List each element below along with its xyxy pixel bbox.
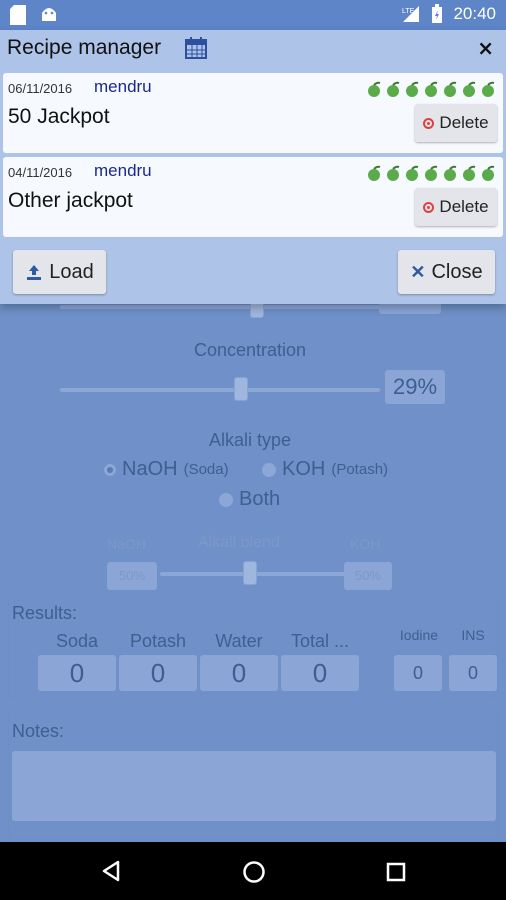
rating-leaf-icon bbox=[387, 165, 400, 181]
delete-icon bbox=[423, 117, 435, 129]
result-value-iodine: 0 bbox=[394, 655, 442, 691]
back-icon[interactable] bbox=[100, 860, 122, 882]
recipe-date: 06/11/2016 bbox=[8, 81, 73, 96]
rating-leaf-icon bbox=[406, 81, 419, 97]
radio-koh[interactable]: KOH (Potash) bbox=[262, 458, 388, 481]
radio-both[interactable]: Both bbox=[219, 488, 280, 511]
recipe-card[interactable]: 06/11/2016 mendru 50 Jackpot Delete bbox=[3, 73, 503, 153]
notes-panel: Notes: bbox=[8, 710, 498, 840]
dialog-title: Recipe manager bbox=[7, 36, 162, 59]
result-header-iodine: Iodine bbox=[399, 627, 439, 643]
radio-both-dot bbox=[219, 492, 233, 507]
navigation-bar bbox=[0, 842, 506, 900]
notes-label: Notes: bbox=[12, 721, 65, 741]
recipe-card[interactable]: 04/11/2016 mendru Other jackpot Delete bbox=[3, 157, 503, 237]
concentration-label: Concentration bbox=[193, 340, 307, 360]
alkali-type-label: Alkali type bbox=[208, 430, 292, 450]
sd-card-icon bbox=[10, 5, 26, 25]
results-label: Results: bbox=[12, 603, 78, 623]
result-header-ins: INS bbox=[461, 627, 485, 643]
battery-icon bbox=[432, 4, 443, 23]
recipe-name: 50 Jackpot bbox=[8, 105, 110, 128]
notes-textarea[interactable] bbox=[12, 751, 496, 821]
radio-both-label: Both bbox=[239, 488, 281, 510]
result-value-potash: 0 bbox=[119, 655, 197, 691]
rating-leaf-icon bbox=[425, 81, 438, 97]
result-header-potash: Potash bbox=[129, 631, 187, 651]
rating-leaf-icon bbox=[444, 81, 457, 97]
result-value-ins: 0 bbox=[449, 655, 497, 691]
blend-koh-value: 50% bbox=[344, 562, 392, 590]
delete-label: Delete bbox=[439, 197, 489, 216]
concentration-value: 29% bbox=[385, 370, 445, 404]
rating-leaf-icon bbox=[406, 165, 419, 181]
blend-naoh-label: NaOH bbox=[107, 536, 146, 552]
status-bar: LTE 20:40 bbox=[0, 0, 506, 30]
blend-koh-label: KOH bbox=[350, 536, 381, 552]
results-panel: Results: Soda Potash Water Total ... Iod… bbox=[8, 598, 498, 698]
recipe-rating bbox=[366, 81, 497, 98]
radio-naoh-sub: (Soda) bbox=[183, 461, 229, 478]
radio-naoh[interactable]: NaOH (Soda) bbox=[104, 458, 229, 481]
status-time: 20:40 bbox=[453, 4, 496, 23]
rating-leaf-icon bbox=[444, 165, 457, 181]
result-header-total: Total ... bbox=[290, 631, 350, 651]
result-header-soda: Soda bbox=[55, 631, 99, 651]
delete-button[interactable]: Delete bbox=[415, 104, 497, 142]
rating-leaf-icon bbox=[425, 165, 438, 181]
blend-slider-thumb[interactable] bbox=[243, 561, 257, 585]
recipe-manager-dialog: Recipe manager × 06/11/2016 mendru 50 Ja… bbox=[0, 30, 506, 304]
recents-icon[interactable] bbox=[386, 862, 406, 882]
recipe-date: 04/11/2016 bbox=[8, 165, 73, 180]
concentration-slider-thumb[interactable] bbox=[234, 377, 248, 401]
close-button[interactable]: ✕ Close bbox=[398, 250, 495, 294]
delete-icon bbox=[423, 201, 435, 213]
load-button[interactable]: Load bbox=[13, 250, 106, 294]
concentration-slider-track[interactable] bbox=[60, 388, 380, 392]
recipe-name: Other jackpot bbox=[8, 189, 133, 212]
android-icon bbox=[42, 8, 56, 21]
blend-center-label: Alkali blend bbox=[198, 534, 280, 551]
result-value-soda: 0 bbox=[38, 655, 116, 691]
result-value-total: 0 bbox=[281, 655, 359, 691]
blend-naoh-value: 50% bbox=[107, 562, 157, 590]
radio-koh-dot bbox=[262, 462, 276, 477]
rating-leaf-icon bbox=[463, 165, 476, 181]
rating-leaf-icon bbox=[368, 81, 381, 97]
dialog-close-icon[interactable]: × bbox=[477, 36, 494, 60]
result-value-water: 0 bbox=[200, 655, 278, 691]
rating-leaf-icon bbox=[387, 81, 400, 97]
recipe-rating bbox=[366, 165, 497, 182]
rating-leaf-icon bbox=[482, 165, 495, 181]
load-label: Load bbox=[49, 260, 94, 283]
recipe-user: mendru bbox=[94, 77, 152, 96]
radio-naoh-label: NaOH bbox=[122, 458, 178, 480]
upload-icon bbox=[27, 265, 42, 280]
close-label: Close bbox=[431, 260, 483, 283]
rating-leaf-icon bbox=[368, 165, 381, 181]
rating-leaf-icon bbox=[463, 81, 476, 97]
delete-button[interactable]: Delete bbox=[415, 188, 497, 226]
delete-label: Delete bbox=[439, 113, 489, 132]
signal-icon: LTE bbox=[402, 6, 420, 22]
radio-koh-label: KOH bbox=[282, 458, 326, 480]
home-icon[interactable] bbox=[242, 860, 266, 884]
result-header-water: Water bbox=[215, 631, 263, 651]
calendar-icon bbox=[185, 37, 207, 59]
svg-text:LTE: LTE bbox=[402, 8, 415, 15]
close-x-icon: ✕ bbox=[410, 261, 426, 282]
recipe-user: mendru bbox=[94, 161, 152, 180]
rating-leaf-icon bbox=[482, 81, 495, 97]
radio-naoh-dot bbox=[104, 463, 116, 476]
radio-koh-sub: (Potash) bbox=[331, 461, 389, 478]
